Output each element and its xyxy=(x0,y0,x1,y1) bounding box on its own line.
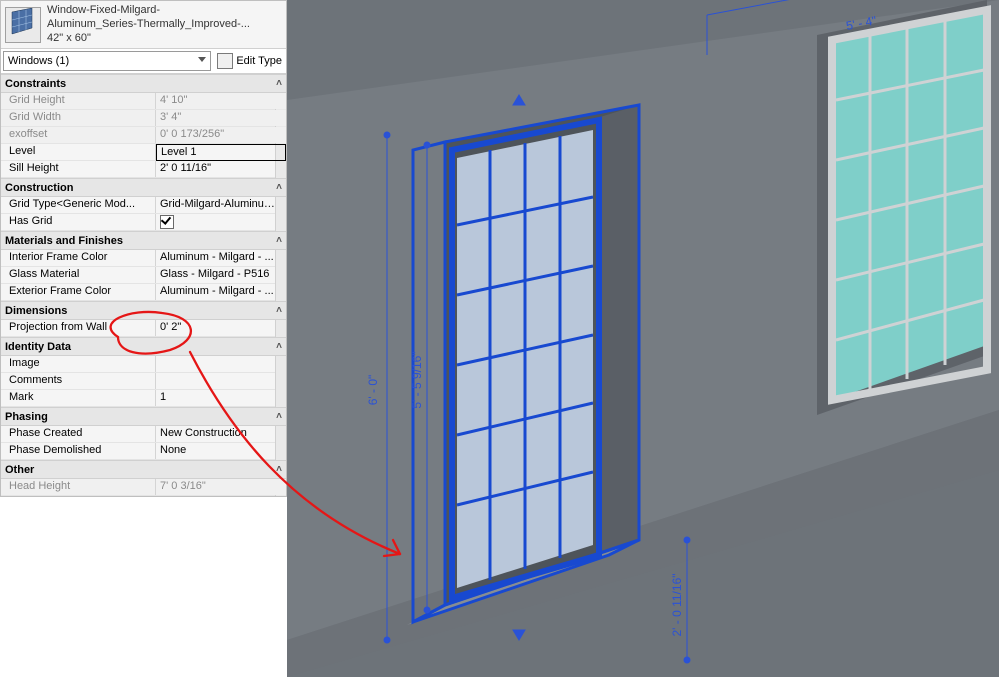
param-phase-demolished[interactable]: Phase DemolishedNone xyxy=(1,443,286,460)
group-phasing-header[interactable]: Phasing ˄ xyxy=(1,407,286,426)
param-head-height: Head Height7' 0 3/16" xyxy=(1,479,286,496)
collapse-icon: ˄ xyxy=(276,78,282,89)
param-level[interactable]: LevelLevel 1 xyxy=(1,144,286,161)
group-construction-header[interactable]: Construction ˄ xyxy=(1,178,286,197)
group-constraints-header[interactable]: Constraints ˄ xyxy=(1,74,286,93)
3d-viewport[interactable]: 5' - 4" 6' - 0" 5' - 5 9/16" 2' - 0 11/1… xyxy=(287,0,999,677)
edit-type-label: Edit Type xyxy=(236,55,282,67)
param-grid-width: Grid Width3' 4" xyxy=(1,110,286,127)
type-name: 42" x 60" xyxy=(47,32,250,46)
param-interior-frame-color[interactable]: Interior Frame ColorAluminum - Milgard -… xyxy=(1,250,286,267)
level-value[interactable]: Level 1 xyxy=(156,144,286,161)
category-selector[interactable]: Windows (1) xyxy=(3,51,211,71)
dim-left-inner[interactable]: 5' - 5 9/16" xyxy=(410,351,424,408)
param-grid-type[interactable]: Grid Type<Generic Mod...Grid-Milgard-Alu… xyxy=(1,197,286,214)
family-name-line1: Window-Fixed-Milgard- xyxy=(47,4,250,18)
param-phase-created[interactable]: Phase CreatedNew Construction xyxy=(1,426,286,443)
type-header: Window-Fixed-Milgard- Aluminum_Series-Th… xyxy=(1,1,286,49)
dim-bottom[interactable]: 2' - 0 11/16" xyxy=(670,573,684,636)
collapse-icon: ˄ xyxy=(276,182,282,193)
param-mark[interactable]: Mark1 xyxy=(1,390,286,407)
collapse-icon: ˄ xyxy=(276,464,282,475)
edit-type-button[interactable]: Edit Type xyxy=(217,53,282,69)
param-exterior-frame-color[interactable]: Exterior Frame ColorAluminum - Milgard -… xyxy=(1,284,286,301)
param-comments[interactable]: Comments xyxy=(1,373,286,390)
group-other-header[interactable]: Other ˄ xyxy=(1,460,286,479)
param-has-grid[interactable]: Has Grid xyxy=(1,214,286,231)
group-identity-header[interactable]: Identity Data ˄ xyxy=(1,337,286,356)
param-sill-height[interactable]: Sill Height2' 0 11/16" xyxy=(1,161,286,178)
collapse-icon: ˄ xyxy=(276,305,282,316)
category-selector-label: Windows (1) xyxy=(8,55,69,67)
param-projection-from-wall[interactable]: Projection from Wall0' 2" xyxy=(1,320,286,337)
properties-panel: Window-Fixed-Milgard- Aluminum_Series-Th… xyxy=(0,0,287,497)
param-grid-height: Grid Height4' 10" xyxy=(1,93,286,110)
dim-left-outer[interactable]: 6' - 0" xyxy=(366,375,380,406)
edit-type-icon xyxy=(217,53,233,69)
group-dimensions-header[interactable]: Dimensions ˄ xyxy=(1,301,286,320)
has-grid-checkbox[interactable] xyxy=(160,215,174,229)
group-materials-header[interactable]: Materials and Finishes ˄ xyxy=(1,231,286,250)
viewport-drawing: 5' - 4" 6' - 0" 5' - 5 9/16" 2' - 0 11/1… xyxy=(287,0,999,677)
collapse-icon: ˄ xyxy=(276,235,282,246)
family-name-line2: Aluminum_Series-Thermally_Improved-... xyxy=(47,18,250,32)
type-thumbnail xyxy=(5,7,41,43)
collapse-icon: ˄ xyxy=(276,411,282,422)
param-image[interactable]: Image xyxy=(1,356,286,373)
param-glass-material[interactable]: Glass MaterialGlass - Milgard - P516 xyxy=(1,267,286,284)
param-exoffset: exoffset0' 0 173/256" xyxy=(1,127,286,144)
collapse-icon: ˄ xyxy=(276,341,282,352)
